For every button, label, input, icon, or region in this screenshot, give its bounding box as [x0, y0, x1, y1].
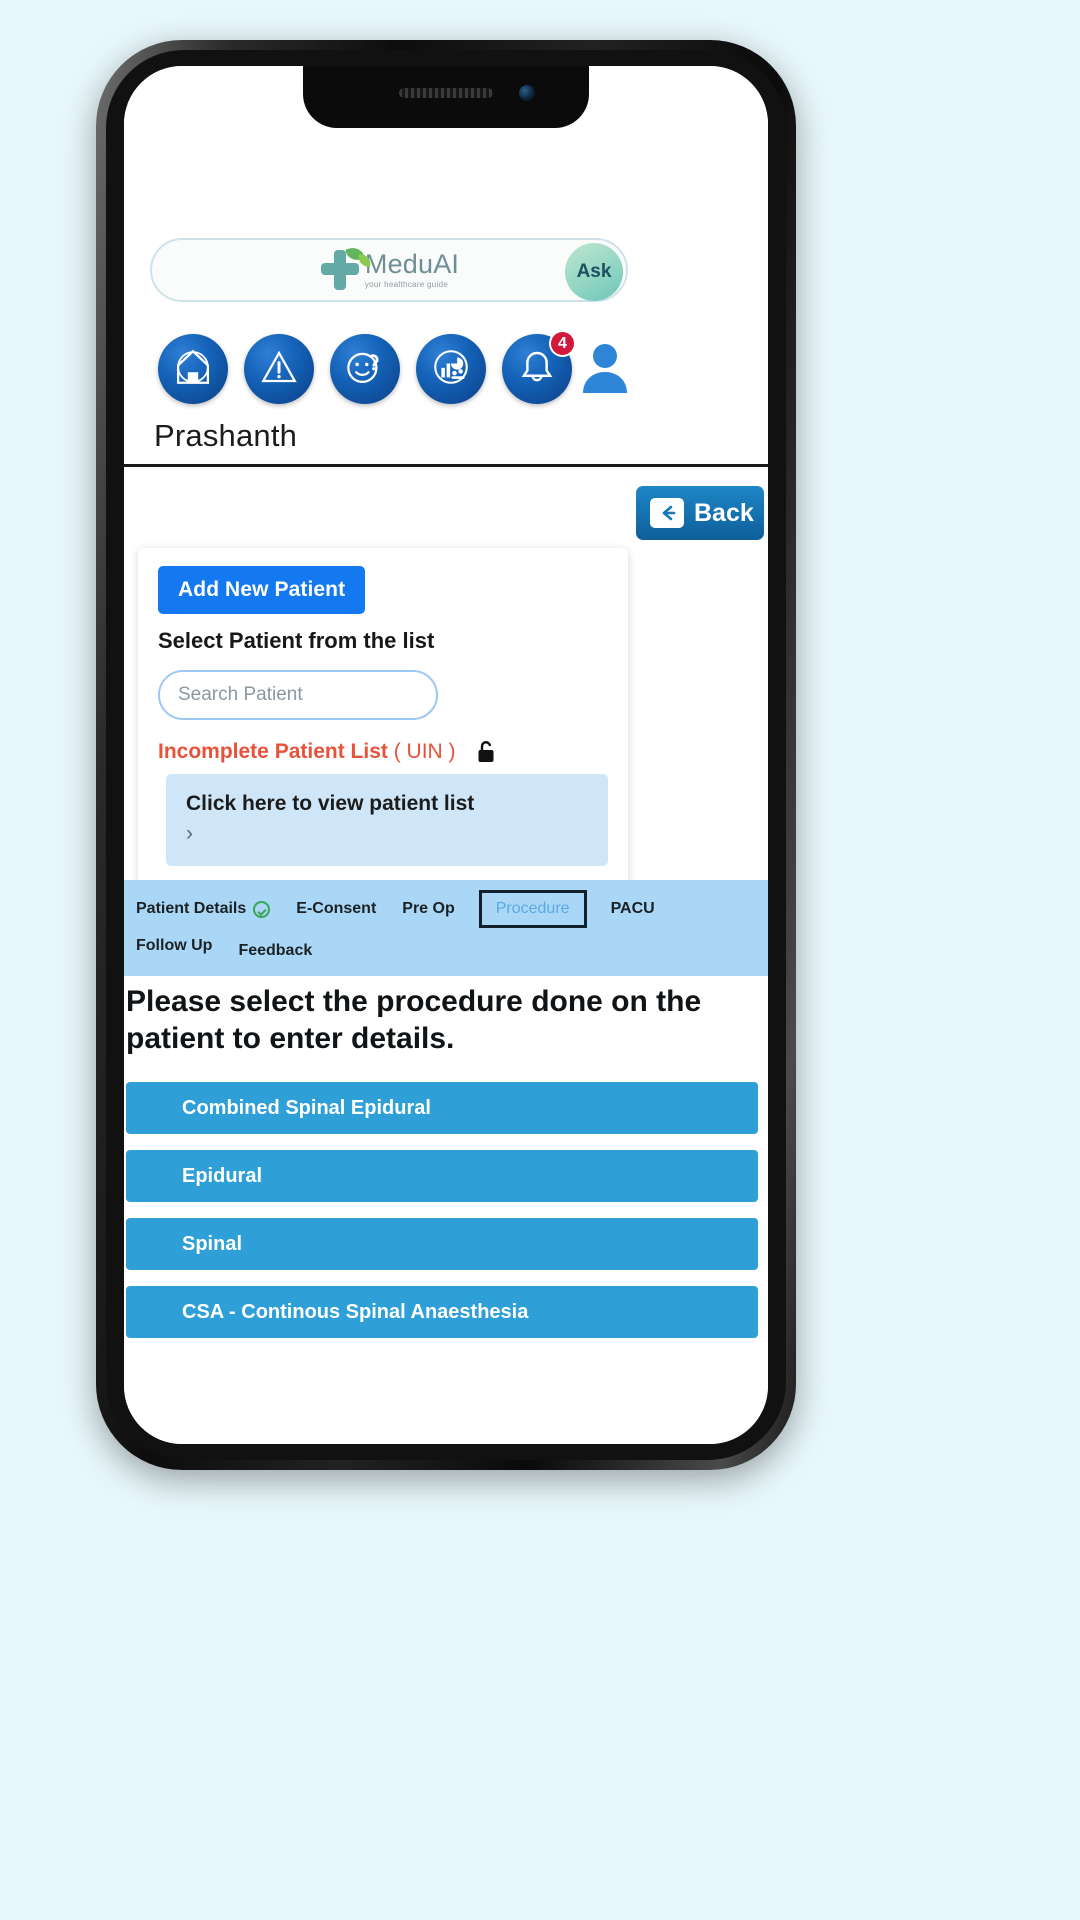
phone-frame: MeduAI your healthcare guide Ask 4 Prash…	[96, 40, 796, 1470]
warning-triangle-icon	[258, 346, 300, 393]
nav-analytics-button[interactable]	[416, 334, 486, 404]
header-bar: MeduAI your healthcare guide Ask	[150, 238, 628, 302]
ask-button[interactable]: Ask	[565, 243, 623, 301]
nav-notifications-button[interactable]: 4	[502, 330, 576, 404]
tab-patient-details-label: Patient Details	[136, 900, 247, 917]
workflow-tab-strip: Patient Details E-Consent Pre Op Procedu…	[124, 880, 768, 976]
procedure-epidural[interactable]: Epidural	[126, 1150, 758, 1202]
tab-procedure[interactable]: Procedure	[478, 890, 587, 928]
app-viewport: MeduAI your healthcare guide Ask 4 Prash…	[124, 66, 768, 1444]
profile-avatar-button[interactable]	[582, 341, 628, 398]
uin-text: ( UIN )	[393, 740, 456, 763]
chevron-right-icon[interactable]: ›	[186, 822, 590, 846]
header-divider	[124, 464, 768, 467]
patient-selection-card: Add New Patient Select Patient from the …	[138, 548, 628, 888]
view-patient-list-box[interactable]: Click here to view patient list ›	[166, 774, 608, 866]
nav-icon-row: 4	[158, 330, 628, 404]
medical-cross-icon	[319, 244, 372, 291]
tab-pacu[interactable]: PACU	[609, 896, 657, 922]
procedure-combined-spinal-epidural[interactable]: Combined Spinal Epidural	[126, 1082, 758, 1134]
tab-e-consent[interactable]: E-Consent	[294, 896, 378, 922]
logo-search-bar[interactable]: MeduAI your healthcare guide Ask	[150, 238, 628, 302]
nav-help-button[interactable]	[330, 334, 400, 404]
earpiece-speaker	[399, 88, 493, 98]
back-button[interactable]: Back	[636, 486, 764, 540]
screenshot-stage: ✚ ✚	[0, 0, 1080, 1920]
tab-follow-up[interactable]: Follow Up	[134, 933, 214, 959]
procedure-prompt: Please select the procedure done on the …	[126, 985, 702, 1055]
back-arrow-icon	[650, 498, 684, 528]
smiley-question-icon	[344, 346, 386, 393]
phone-screen: MeduAI your healthcare guide Ask 4 Prash…	[124, 66, 768, 1444]
tab-patient-details[interactable]: Patient Details	[134, 896, 272, 922]
front-camera	[519, 85, 535, 101]
nav-home-button[interactable]	[158, 334, 228, 404]
add-new-patient-button[interactable]: Add New Patient	[158, 566, 366, 614]
app-logo: MeduAI your healthcare guide	[319, 244, 460, 291]
incomplete-list-header: Incomplete Patient List ( UIN )	[158, 740, 608, 764]
notification-badge: 4	[549, 330, 576, 357]
user-name: Prashanth	[154, 418, 298, 453]
procedure-button-list: Combined Spinal Epidural Epidural Spinal…	[124, 1082, 760, 1354]
incomplete-text: Incomplete Patient List	[158, 740, 388, 763]
search-patient-input[interactable]	[158, 670, 438, 720]
chart-analytics-icon	[430, 346, 472, 393]
tab-pre-op[interactable]: Pre Op	[400, 896, 456, 922]
check-circle-icon	[253, 900, 271, 918]
procedure-csa[interactable]: CSA - Continous Spinal Anaesthesia	[126, 1286, 758, 1338]
procedure-spinal[interactable]: Spinal	[126, 1218, 758, 1270]
tab-feedback[interactable]: Feedback	[236, 938, 314, 964]
home-icon	[172, 346, 214, 393]
lock-icon[interactable]	[476, 740, 496, 764]
incomplete-patient-list-label: Incomplete Patient List ( UIN )	[158, 740, 456, 764]
view-patient-list-label: Click here to view patient list	[186, 792, 475, 815]
logo-tagline: your healthcare guide	[364, 280, 449, 289]
logo-name: MeduAI	[364, 249, 460, 279]
back-label: Back	[694, 498, 754, 527]
select-patient-label: Select Patient from the list	[158, 628, 435, 653]
phone-notch	[303, 66, 589, 128]
user-avatar-icon	[582, 343, 628, 397]
nav-alerts-button[interactable]	[244, 334, 314, 404]
